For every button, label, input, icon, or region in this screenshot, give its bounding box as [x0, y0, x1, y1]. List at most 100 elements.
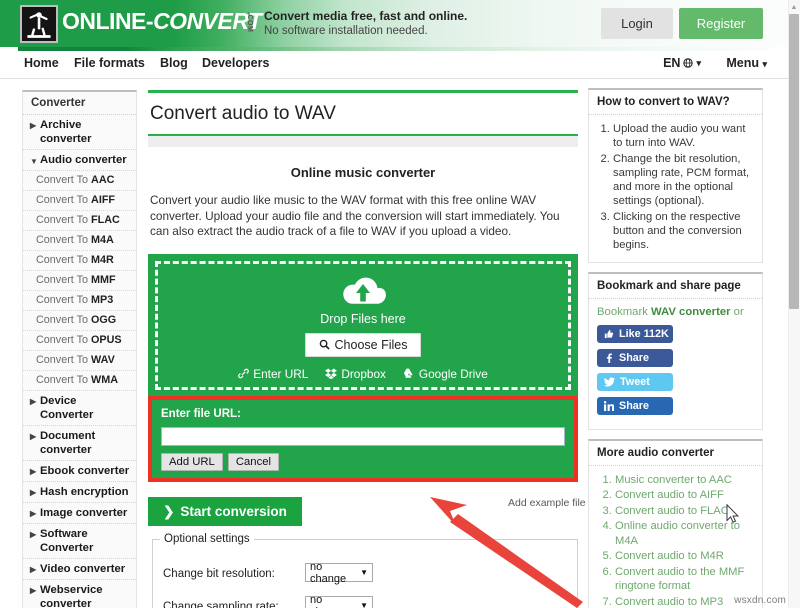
page-title: Convert audio to WAV [148, 93, 578, 136]
how-to-body: Upload the audio you want to turn into W… [589, 115, 762, 262]
dropbox-link[interactable]: Dropbox [325, 367, 386, 381]
sidebar-item-convert-to-aiff[interactable]: Convert To AIFF [23, 191, 136, 211]
sidebar-group-software-converter[interactable]: ▶ Software Converter [23, 524, 136, 559]
bit-resolution-label: Change bit resolution: [163, 568, 275, 580]
list-item[interactable]: Convert audio to AIFF [615, 488, 754, 503]
register-button[interactable]: Register [679, 8, 763, 39]
right-sidebar: How to convert to WAV? Upload the audio … [588, 88, 763, 608]
add-url-button[interactable]: Add URL [161, 453, 223, 471]
sidebar-group-hash-encryption[interactable]: ▶ Hash encryption [23, 482, 136, 503]
how-to-steps: Upload the audio you want to turn into W… [613, 122, 754, 253]
list-item[interactable]: Convert audio to FLAC [615, 504, 754, 519]
enter-url-link[interactable]: Enter URL [238, 367, 308, 381]
chevron-right-icon: ▶ [30, 432, 37, 441]
sidebar-item-convert-to-ogg[interactable]: Convert To OGG [23, 311, 136, 331]
sidebar-item-convert-to-flac[interactable]: Convert To FLAC [23, 211, 136, 231]
sampling-rate-label: Change sampling rate: [163, 601, 279, 608]
sidebar-group-document-converter[interactable]: ▶ Document converter [23, 426, 136, 461]
optional-settings-fieldset: Optional settings Change bit resolution:… [152, 533, 578, 608]
sidebar-group-archive-converter[interactable]: ▶ Archive converter [23, 115, 136, 150]
bookmark-share-box: Bookmark and share page Bookmark WAV con… [588, 271, 763, 430]
optional-settings-legend: Optional settings [160, 533, 254, 545]
start-conversion-button[interactable]: ❯ Start conversion [148, 497, 302, 526]
nav-item-developers[interactable]: Developers [202, 56, 269, 70]
search-icon [319, 339, 330, 350]
linkedin-icon [604, 400, 614, 411]
sidebar-group-webservice-converter[interactable]: ▶ Webservice converter [23, 580, 136, 608]
facebook-like-button[interactable]: Like 112K [597, 324, 673, 343]
nav-wrapper: Home File formats Blog Developers EN ▾ M… [0, 47, 789, 79]
facebook-share-button[interactable]: Share [597, 348, 673, 367]
chevron-right-icon: ▶ [30, 509, 37, 518]
login-button[interactable]: Login [601, 8, 673, 39]
enter-url-form-highlight: Enter file URL: Add URL Cancel [148, 396, 578, 482]
sidebar-item-convert-to-m4a[interactable]: Convert To M4A [23, 231, 136, 251]
sidebar-item-convert-to-wma[interactable]: Convert To WMA [23, 371, 136, 391]
page-scrollbar[interactable]: ▲ [788, 0, 800, 608]
sidebar-group-image-converter[interactable]: ▶ Image converter [23, 503, 136, 524]
sidebar-group-audio-converter[interactable]: ▼ Audio converter [23, 150, 136, 171]
nav-item-file-formats[interactable]: File formats [74, 56, 145, 70]
linkedin-share-button[interactable]: Share [597, 396, 673, 415]
file-dropzone[interactable]: Drop Files here Choose Files Enter URL D… [148, 253, 578, 397]
twitter-tweet-button[interactable]: Tweet [597, 372, 673, 391]
dropzone-source-links: Enter URL Dropbox Google Drive [238, 367, 488, 381]
chevron-right-icon: ▶ [30, 467, 37, 476]
sidebar-item-convert-to-opus[interactable]: Convert To OPUS [23, 331, 136, 351]
page-root: ONLINE-CONVERT .COM Convert media free, … [0, 0, 800, 608]
main-subheading: Online music converter [290, 165, 436, 180]
list-item[interactable]: Music converter to AAC [615, 473, 754, 488]
google-drive-icon [403, 368, 414, 378]
list-item[interactable]: Online audio converter to M4A [615, 519, 754, 548]
cancel-url-button[interactable]: Cancel [227, 453, 280, 471]
sidebar-group-device-converter[interactable]: ▶ Device Converter [23, 391, 136, 426]
more-converter-title: More audio converter [589, 441, 762, 466]
sampling-rate-select[interactable]: no change ▼ [305, 594, 373, 608]
language-selector[interactable]: EN ▾ [663, 56, 701, 70]
thumbs-up-icon [604, 329, 614, 338]
bookmark-link[interactable]: WAV converter [651, 306, 731, 318]
nav-item-blog[interactable]: Blog [160, 56, 188, 70]
choose-files-label: Choose Files [334, 337, 408, 352]
menu-button[interactable]: Menu ▾ [726, 56, 767, 70]
choose-files-button[interactable]: Choose Files [304, 332, 422, 357]
chevron-right-icon: ▶ [30, 565, 37, 574]
tagline-secondary: No software installation needed. [264, 25, 428, 37]
chevron-down-icon: ▼ [360, 601, 368, 608]
sidebar-item-convert-to-aac[interactable]: Convert To AAC [23, 171, 136, 191]
url-input[interactable] [161, 427, 565, 446]
twitter-icon [604, 377, 615, 387]
sidebar-group-video-converter[interactable]: ▶ Video converter [23, 559, 136, 580]
watermark-label: wsxdn.com [734, 595, 786, 606]
main-content: Convert audio to WAV Online music conver… [148, 90, 578, 397]
tagline-primary: Convert media free, fast and online. [264, 9, 468, 23]
list-item: Clicking on the respective button and th… [613, 210, 754, 253]
sidebar-group-label: Archive converter [40, 119, 92, 145]
bookmark-share-title: Bookmark and share page [589, 274, 762, 299]
list-item[interactable]: Convert audio to the MMF ringtone format [615, 565, 754, 594]
chevron-down-icon: ▼ [360, 568, 368, 577]
site-header: ONLINE-CONVERT .COM Convert media free, … [0, 0, 789, 47]
dropzone-label: Drop Files here [320, 311, 406, 326]
chevron-down-icon: ▾ [696, 57, 701, 68]
chevron-right-icon: ❯ [163, 503, 175, 519]
sidebar-item-convert-to-m4r[interactable]: Convert To M4R [23, 251, 136, 271]
scroll-up-arrow-icon[interactable]: ▲ [789, 2, 799, 12]
sidebar-item-convert-to-mmf[interactable]: Convert To MMF [23, 271, 136, 291]
scrollbar-thumb[interactable] [789, 14, 799, 309]
nav-item-home[interactable]: Home [24, 56, 59, 70]
add-example-file-link[interactable]: Add example file [508, 497, 586, 509]
how-to-title: How to convert to WAV? [589, 90, 762, 115]
sidebar-group-label: Audio converter [40, 154, 127, 166]
facebook-icon [606, 353, 612, 363]
site-logo[interactable] [20, 5, 58, 43]
sidebar-item-convert-to-mp3[interactable]: Convert To MP3 [23, 291, 136, 311]
bit-resolution-select[interactable]: no change ▼ [305, 561, 373, 585]
google-drive-link[interactable]: Google Drive [403, 367, 488, 381]
site-logo-text: ONLINE-CONVERT [62, 8, 262, 34]
sidebar-item-convert-to-wav[interactable]: Convert To WAV [23, 351, 136, 371]
list-item[interactable]: Convert audio to M4R [615, 549, 754, 564]
dropbox-icon [325, 368, 338, 379]
enter-url-form: Enter file URL: Add URL Cancel [152, 400, 574, 478]
sidebar-group-ebook-converter[interactable]: ▶ Ebook converter [23, 461, 136, 482]
